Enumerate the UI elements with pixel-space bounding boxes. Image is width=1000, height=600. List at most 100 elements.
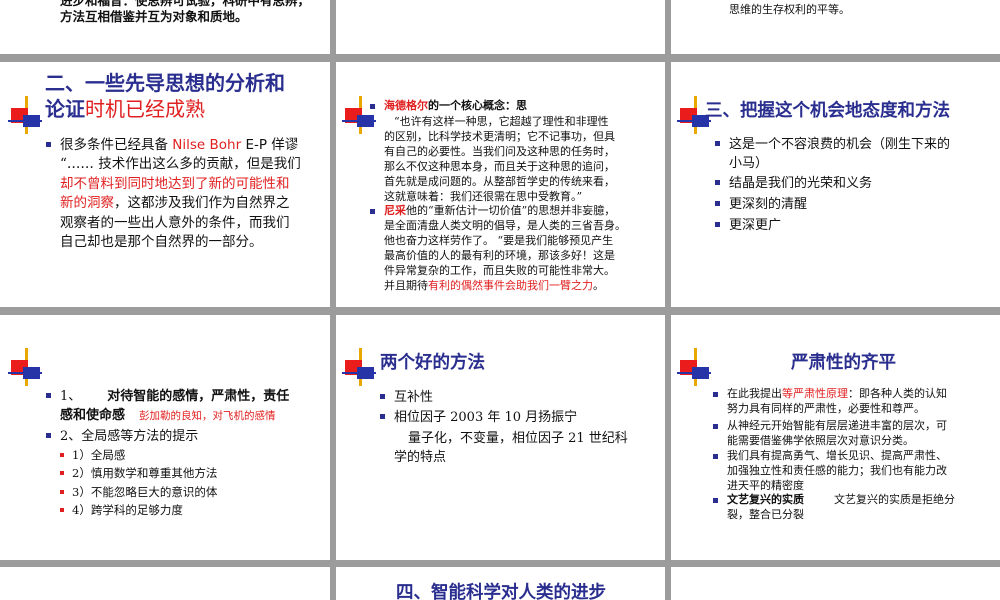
slide-10[interactable]: [0, 567, 330, 600]
s9-b4-bold: 文艺复兴的实质: [727, 493, 804, 506]
s8-bullet-1: 互补性: [379, 390, 434, 405]
slide-1[interactable]: 进步和福音：使思辨可试验，科研中有思辨， 方法互相借鉴并互为对象和质地。: [0, 0, 330, 54]
s5-n2: 是全面清盘人类文明的倡导，是人类的三省吾身。: [384, 219, 626, 232]
s5-n3: 他也奋力这样劳作了。 “要是我们能够预见产生: [384, 234, 614, 247]
s9-b1c: 努力具有同样的严肃性，必要性和尊严。: [727, 402, 925, 415]
s4-p5: 自己却也是那个自然界的一部分。: [60, 234, 263, 250]
s7-sub-1: 1）全局感: [59, 448, 126, 462]
slide-11-title: 四、智能科学对人类的进步: [396, 583, 606, 600]
slide-8[interactable]: 两个好的方法 互补性 相位因子 2003 年 10 月扬振宁 量子化，不变量，相…: [336, 315, 665, 560]
s4-b1-red: Nilse Bohr: [172, 137, 242, 153]
slide-9[interactable]: 严肃性的齐平 在此我提出等严肃性原理：即各种人类的认知 努力具有同样的严肃性，必…: [671, 315, 1000, 560]
s9-bullet-4: 文艺复兴的实质 文艺复兴的实质是拒绝分 裂，整合已分裂: [713, 492, 997, 522]
s7-b1-line2: 感和使命感 彭加勒的良知，对飞机的感情: [60, 406, 325, 426]
s4-p2: 却不曾料到同时地达到了新的可能性和: [60, 175, 290, 192]
s9-b3a: 我们具有提高勇气、增长见识、提高严肃性、: [727, 449, 947, 462]
slide-2[interactable]: [336, 0, 665, 54]
s5-n4: 最高价值的人的最有利的环境，那该多好！这是: [384, 249, 615, 262]
slide-logo-icon: [342, 348, 376, 386]
s3-line1: 思维的生存权利的平等。: [729, 3, 850, 16]
s4-title-line2: 论证时机已经成熟: [45, 96, 285, 122]
s5-n6a: 并且期待: [384, 279, 428, 292]
s4-title-line1: 二、一些先导思想的分析和: [45, 71, 285, 95]
slide-9-title: 严肃性的齐平: [791, 353, 896, 373]
s8-p1: 量子化，不变量，相位因子 21 世纪科: [408, 431, 628, 446]
s5-q3: 有自己的必要性。当我们问及这种思的任务时，: [384, 145, 615, 158]
slide-logo-icon: [677, 348, 711, 386]
s5-n-red: 尼采: [384, 204, 406, 217]
s9-b2a: 从神经元开始智能有层层递进丰富的层次，可: [727, 419, 947, 432]
s7-sub-4: 4）跨学科的足够力度: [60, 503, 183, 517]
slide-6-title: 三、把握这个机会地态度和方法: [705, 101, 950, 121]
s5-quote: “也许有这样一种思，它超越了理性和非理性 的区别，比科学技术更清明；它不记事功，…: [384, 114, 662, 204]
s7-b1-bold2: 感和使命感: [60, 408, 126, 423]
s5-h-red: 海德格尔: [384, 99, 428, 112]
s9-b1-line1: 在此我提出等严肃性原理：即各种人类的认知: [727, 386, 997, 401]
s5-h-tail: 的一个核心概念：思: [428, 99, 527, 112]
s4-quote: “…… 技术作出这么多的贡献，但是我们 却不曾料到同时地达到了新的可能性和 新的…: [60, 155, 322, 253]
s6-bullet-4: 更深更广: [714, 218, 782, 233]
s7-sub-2: 2）慎用数学和尊重其他方法: [59, 466, 218, 480]
s9-b1-red: 等严肃性原理: [782, 387, 848, 400]
s4-title-line2b: 时机已经成熟: [85, 97, 205, 121]
s7-b1-num: 1、: [60, 389, 82, 404]
s9-b3b: 加强独立性和责任感的能力；我们也有能力改: [727, 464, 947, 477]
s6-b1b: 小马）: [729, 156, 769, 171]
slide-11[interactable]: 四、智能科学对人类的进步: [336, 567, 665, 600]
s6-b1a: 这是一个不容浪费的机会（刚生下来的: [729, 137, 951, 152]
slide-3[interactable]: 思维的生存权利的平等。: [671, 0, 1000, 54]
s9-b3c: 进天平的精密度: [727, 479, 804, 492]
slide-logo-icon: [342, 96, 376, 134]
slide-7[interactable]: 1、 对待智能的感情，严肃性，责任 感和使命感 彭加勒的良知，对飞机的感情 2、全局…: [0, 315, 330, 560]
s1-line2: 方法互相借鉴并互为对象和质地。: [60, 9, 248, 24]
s8-bullet-2: 相位因子 2003 年 10 月扬振宁: [379, 410, 578, 425]
s5-n5: 件异常复杂的工作，而且失败的可能性非常大。: [384, 264, 615, 277]
s4-p4: 观察者的一些出人意外的条件，而我们: [60, 214, 290, 231]
s6-bullet-3: 更深刻的清醒: [714, 197, 808, 212]
s9-bullet-2: 从神经元开始智能有层层递进丰富的层次，可 能需要借鉴佛学依照层次对意识分类。: [713, 418, 997, 448]
s9-bullet-1: 在此我提出等严肃性原理：即各种人类的认知 努力具有同样的严肃性，必要性和尊严。: [713, 386, 997, 416]
s4-b1-tail: E-P 佯谬: [241, 137, 299, 153]
s5-n6-red: 有利的偶然事件会助我们一臂之力: [428, 279, 593, 292]
s5-nietzsche: 尼采他的“重新估计一切价值”的思想并非妄臆， 是全面清盘人类文明的倡导，是人类的…: [370, 203, 664, 293]
s5-n-line1: 尼采他的“重新估计一切价值”的思想并非妄臆，: [384, 203, 664, 218]
s8-p2: 学的特点: [394, 450, 447, 465]
s5-q2: 的区别，比科学技术更清明；它不记事功，但具: [384, 130, 615, 143]
slide-12[interactable]: [671, 567, 1000, 600]
slide-logo-icon: [8, 348, 42, 386]
s7-bullet-1: 1、 对待智能的感情，严肃性，责任 感和使命感 彭加勒的良知，对飞机的感情: [46, 387, 325, 426]
s4-b1-text: 很多条件已经具备: [60, 137, 173, 153]
s5-n1: 他的“重新估计一切价值”的思想并非妄臆，: [406, 204, 616, 217]
s7-bullet-2: 2、全局感等方法的提示: [45, 429, 199, 444]
s4-p3-tail: ，这都涉及我们作为自然界之: [114, 195, 290, 211]
slide-6[interactable]: 三、把握这个机会地态度和方法 这是一个不容浪费的机会（刚生下来的 小马） 结晶是…: [671, 62, 1000, 307]
slide-5[interactable]: 海德格尔的一个核心概念：思 “也许有这样一种思，它超越了理性和非理性 的区别，比…: [336, 62, 665, 307]
s4-title-line2a: 论证: [45, 97, 85, 121]
s4-bullet-1: 很多条件已经具备 Nilse Bohr E-P 佯谬: [46, 136, 322, 155]
s9-b4-tail: 文艺复兴的实质是拒绝分: [834, 493, 955, 506]
s5-n6b: 。: [593, 279, 604, 292]
s4-p3-red: 新的洞察: [60, 195, 114, 211]
s9-b1a: 在此我提出: [727, 387, 782, 400]
s5-q1: “也许有这样一种思，它超越了理性和非理性: [394, 115, 609, 128]
s5-n6: 并且期待有利的偶然事件会助我们一臂之力。: [384, 278, 664, 293]
s9-b4-line1: 文艺复兴的实质 文艺复兴的实质是拒绝分: [727, 492, 997, 507]
s4-p1: “…… 技术作出这么多的贡献，但是我们: [60, 156, 301, 172]
s7-b1-line1: 1、 对待智能的感情，严肃性，责任: [60, 387, 325, 406]
slide-logo-icon: [8, 96, 42, 134]
s5-q6: 这就意味着：我们还很需在思中受教育。”: [384, 190, 583, 203]
s6-bullet-2: 结晶是我们的光荣和义务: [714, 176, 873, 191]
s9-b4c: 裂，整合已分裂: [727, 508, 804, 521]
s7-b1-red: 彭加勒的良知，对飞机的感情: [139, 410, 276, 422]
slide-8-title: 两个好的方法: [380, 353, 485, 373]
s9-b2b: 能需要借鉴佛学依照层次对意识分类。: [727, 434, 914, 447]
s7-sub-3: 3）不能忽略巨大的意识的体: [59, 485, 218, 499]
s8-paragraph: 量子化，不变量，相位因子 21 世纪科 学的特点: [394, 429, 654, 467]
s1-line1: 进步和福音：使思辨可试验，科研中有思辨，: [60, 0, 311, 8]
s5-q5: 首先就是成问题的。从整部哲学史的传统来看，: [384, 175, 615, 188]
slide-1-text: 进步和福音：使思辨可试验，科研中有思辨， 方法互相借鉴并互为对象和质地。: [60, 0, 310, 25]
slide-4[interactable]: 二、一些先导思想的分析和 论证时机已经成熟 很多条件已经具备 Nilse Boh…: [0, 62, 330, 307]
s9-b1b: ：即各种人类的认知: [848, 387, 947, 400]
s9-bullet-3: 我们具有提高勇气、增长见识、提高严肃性、 加强独立性和责任感的能力；我们也有能力…: [713, 448, 997, 493]
s5-q4: 那么不仅这种思本身，而且关于这种思的追问，: [384, 160, 615, 173]
